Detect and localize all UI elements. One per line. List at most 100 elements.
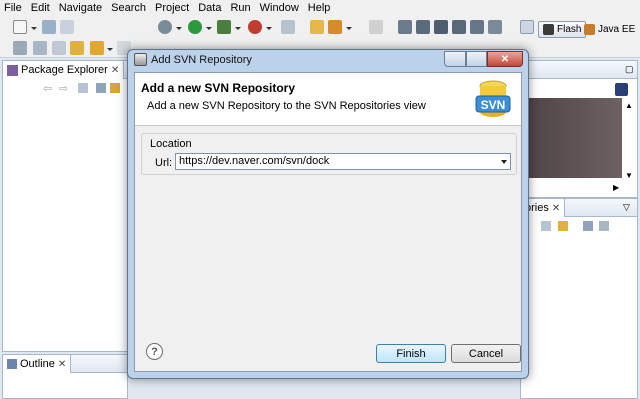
comment-icon[interactable] — [416, 20, 430, 34]
menu-file[interactable]: File — [4, 2, 22, 14]
finish-button[interactable]: Finish — [376, 344, 446, 363]
save-all-icon[interactable] — [60, 20, 74, 34]
task-icon[interactable] — [488, 20, 502, 34]
debug-dropdown-icon[interactable] — [176, 27, 182, 30]
outdent-icon[interactable] — [470, 20, 484, 34]
dialog-description: Add a new SVN Repository to the SVN Repo… — [147, 100, 426, 112]
back-icon[interactable] — [90, 41, 104, 55]
tab-outline[interactable]: Outline ✕ — [3, 355, 72, 373]
pen-icon[interactable] — [328, 20, 342, 34]
indent-icon[interactable] — [452, 20, 466, 34]
pin-icon[interactable] — [52, 41, 66, 55]
scroll-down-icon[interactable]: ▼ — [625, 171, 633, 180]
new-dropdown-icon[interactable] — [31, 27, 37, 30]
menu-window[interactable]: Window — [260, 2, 299, 14]
perspective-flash-label: Flash — [557, 24, 582, 35]
dialog-title: Add SVN Repository — [151, 53, 252, 66]
view-menu-icon[interactable]: ▽ — [623, 202, 630, 213]
save-icon[interactable] — [42, 20, 56, 34]
next-annotation-icon[interactable] — [13, 41, 27, 55]
console-icon[interactable] — [615, 83, 628, 96]
last-edit-icon[interactable] — [70, 41, 84, 55]
minimize-icon[interactable] — [599, 221, 609, 231]
dialog-heading: Add a new SVN Repository — [141, 81, 296, 95]
open-perspective-icon[interactable] — [520, 20, 534, 34]
close-window-button[interactable]: ✕ — [487, 51, 523, 67]
external-tools-dropdown-icon[interactable] — [266, 27, 272, 30]
scroll-up-icon[interactable]: ▲ — [625, 101, 633, 110]
menu-help[interactable]: Help — [308, 2, 331, 14]
package-explorer-icon — [7, 64, 18, 76]
cancel-button[interactable]: Cancel — [451, 344, 521, 363]
perspective-flash[interactable]: Flash — [538, 21, 587, 38]
print-icon[interactable] — [281, 20, 295, 34]
location-label: Location — [150, 138, 192, 150]
format-icon[interactable] — [434, 20, 448, 34]
pen-dropdown-icon[interactable] — [346, 27, 352, 30]
close-icon[interactable]: ✕ — [552, 203, 560, 214]
menu-search[interactable]: Search — [111, 2, 146, 14]
package-explorer-view: Package Explorer ✕ ⇦ ⇨ — [2, 60, 128, 352]
perspective-javaee-label: Java EE — [598, 24, 636, 35]
external-tools-icon[interactable] — [248, 20, 262, 34]
back-dropdown-icon[interactable] — [107, 48, 113, 51]
collapse-icon[interactable] — [583, 221, 593, 231]
help-icon: ? — [151, 345, 158, 358]
url-input[interactable]: https://dev.naver.com/svn/dock — [179, 155, 329, 167]
open-folder-icon[interactable] — [310, 20, 324, 34]
javaee-perspective-icon — [584, 24, 595, 35]
url-combobox[interactable]: https://dev.naver.com/svn/dock — [175, 153, 511, 170]
add-svn-repository-dialog: Add SVN Repository ✕ Add a new SVN Repos… — [127, 49, 529, 379]
url-label: Url: — [155, 157, 173, 169]
collapse-all-icon[interactable] — [96, 83, 106, 93]
outline-title: Outline — [20, 358, 55, 370]
tab-package-explorer[interactable]: Package Explorer ✕ — [3, 61, 125, 79]
menu-edit[interactable]: Edit — [31, 2, 50, 14]
chevron-down-icon[interactable] — [501, 160, 507, 164]
maximize-window-button[interactable] — [466, 51, 487, 67]
dialog-titlebar: Add SVN Repository — [134, 53, 252, 66]
right-top-tabbar — [529, 61, 637, 79]
svn-repositories-view: ories ✕ ▽ — [520, 198, 638, 399]
pencil-icon[interactable] — [369, 20, 383, 34]
menu-run[interactable]: Run — [230, 2, 250, 14]
forward-nav-icon[interactable]: ⇨ — [59, 82, 68, 95]
close-icon[interactable]: ✕ — [111, 65, 119, 76]
up-icon[interactable] — [78, 83, 88, 93]
svn-logo-text: SVN — [481, 98, 506, 112]
prev-annotation-icon[interactable] — [33, 41, 47, 55]
outline-icon — [7, 359, 17, 369]
svn-repositories-tabbar: ories ✕ ▽ — [521, 199, 637, 217]
profile-dropdown-icon[interactable] — [235, 27, 241, 30]
package-explorer-title: Package Explorer — [21, 64, 108, 76]
menu-project[interactable]: Project — [155, 2, 189, 14]
add-repository-icon[interactable] — [541, 221, 551, 231]
svn-logo-icon: SVN — [475, 80, 511, 117]
new-icon[interactable] — [13, 20, 27, 34]
outline-tabbar: Outline ✕ — [3, 355, 127, 373]
refresh-icon[interactable] — [558, 221, 568, 231]
package-explorer-toolbar: ⇦ ⇨ — [3, 80, 127, 96]
sparkle-icon[interactable] — [398, 20, 412, 34]
minimize-window-button[interactable] — [444, 51, 466, 67]
run-icon[interactable] — [188, 20, 202, 34]
debug-icon[interactable] — [158, 20, 172, 34]
perspective-javaee[interactable]: Java EE — [584, 21, 635, 38]
dialog-banner: Add a new SVN Repository Add a new SVN R… — [135, 73, 521, 126]
close-icon[interactable]: ✕ — [58, 359, 66, 370]
menu-navigate[interactable]: Navigate — [59, 2, 102, 14]
menu-data[interactable]: Data — [198, 2, 221, 14]
back-nav-icon[interactable]: ⇦ — [43, 82, 52, 95]
dialog-window-icon — [134, 53, 147, 66]
outline-view: Outline ✕ — [2, 354, 128, 399]
maximize-icon[interactable]: ▢ — [625, 64, 634, 75]
help-button[interactable]: ? — [146, 343, 163, 360]
profile-icon[interactable] — [217, 20, 231, 34]
preview-area — [528, 98, 622, 178]
link-editor-icon[interactable] — [110, 83, 120, 93]
scroll-right-icon[interactable]: ▶ — [613, 183, 619, 192]
run-dropdown-icon[interactable] — [206, 27, 212, 30]
dialog-content: Add a new SVN Repository Add a new SVN R… — [134, 72, 522, 372]
package-explorer-tabbar: Package Explorer ✕ — [3, 61, 127, 79]
svn-repositories-toolbar — [521, 218, 637, 234]
